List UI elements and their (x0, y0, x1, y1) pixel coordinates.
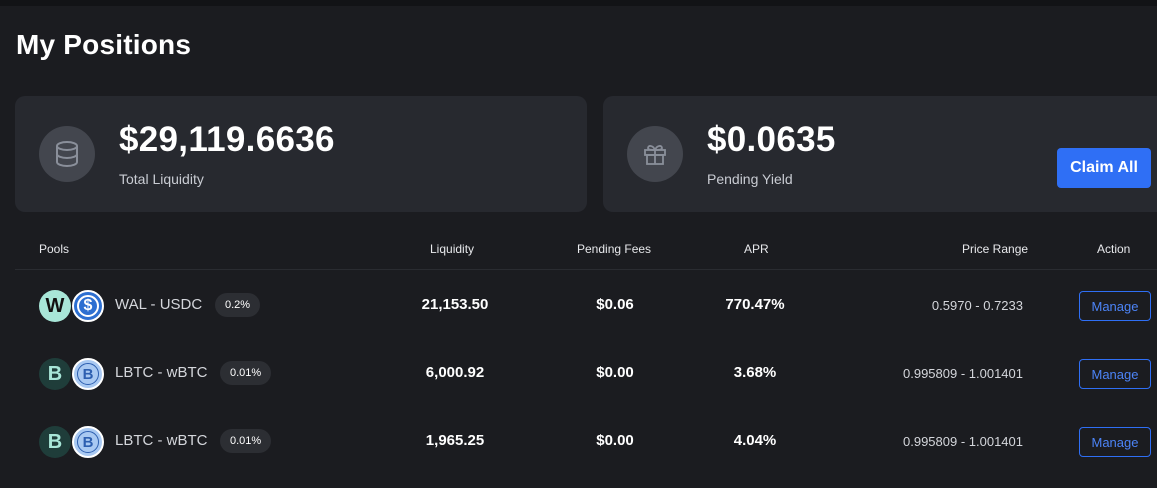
usdc-token-icon: $ (72, 290, 104, 322)
fee-tier-badge: 0.2% (215, 293, 261, 317)
pool-pair-label: LBTC - wBTC (115, 432, 208, 449)
price-range-value: 0.995809 - 1.001401 (903, 366, 1023, 381)
pool-pair-label: LBTC - wBTC (115, 364, 208, 381)
page-title: My Positions (16, 29, 192, 60)
token-pair-icons: W $ (39, 290, 105, 322)
pending-fees-value: $0.06 (596, 296, 634, 313)
pending-fees-value: $0.00 (596, 432, 634, 449)
pending-yield-value: $0.0635 (707, 120, 836, 159)
manage-button[interactable]: Manage (1079, 427, 1151, 457)
liquidity-value: 21,153.50 (421, 296, 489, 313)
manage-button[interactable]: Manage (1079, 359, 1151, 389)
wbtc-token-icon: B (72, 426, 104, 458)
header-liquidity: Liquidity (430, 242, 475, 256)
pool-pair-label: WAL - USDC (115, 296, 203, 313)
gift-icon (627, 126, 683, 182)
header-price-range: Price Range (962, 242, 1029, 256)
positions-table-header: Pools Liquidity Pending Fees APR Price R… (15, 232, 1157, 270)
total-liquidity-card: $29,119.6636 Total Liquidity (15, 96, 587, 212)
wal-token-icon: W (39, 290, 71, 322)
token-pair-icons: B B (39, 426, 105, 458)
token-pair-icons: B B (39, 358, 105, 390)
liquidity-value: 1,965.25 (425, 432, 485, 449)
claim-all-button[interactable]: Claim All (1057, 148, 1151, 188)
price-range-value: 0.5970 - 0.7233 (931, 298, 1023, 313)
apr-value: 770.47% (725, 296, 785, 313)
fee-tier-badge: 0.01% (220, 429, 272, 453)
table-row: W $ WAL - USDC 0.2% 21,153.50 $0.06 770.… (15, 271, 1157, 339)
lbtc-token-icon: B (39, 426, 71, 458)
total-liquidity-value: $29,119.6636 (119, 120, 335, 159)
fee-tier-badge: 0.01% (220, 361, 272, 385)
apr-value: 3.68% (733, 364, 777, 381)
header-apr: APR (744, 242, 769, 256)
pending-yield-label: Pending Yield (707, 171, 793, 187)
wbtc-token-icon: B (72, 358, 104, 390)
header-action: Action (1097, 242, 1131, 256)
lbtc-token-icon: B (39, 358, 71, 390)
pending-fees-value: $0.00 (596, 364, 634, 381)
header-pending-fees: Pending Fees (577, 242, 652, 256)
price-range-value: 0.995809 - 1.001401 (903, 434, 1023, 449)
table-row: B B LBTC - wBTC 0.01% 6,000.92 $0.00 3.6… (15, 339, 1157, 407)
manage-button[interactable]: Manage (1079, 291, 1151, 321)
total-liquidity-label: Total Liquidity (119, 171, 204, 187)
apr-value: 4.04% (733, 432, 777, 449)
liquidity-value: 6,000.92 (425, 364, 485, 381)
table-row: B B LBTC - wBTC 0.01% 1,965.25 $0.00 4.0… (15, 407, 1157, 475)
header-pools: Pools (39, 242, 70, 256)
top-bar (0, 0, 1157, 6)
pending-yield-card: $0.0635 Pending Yield Claim All (603, 96, 1157, 212)
database-icon (39, 126, 95, 182)
